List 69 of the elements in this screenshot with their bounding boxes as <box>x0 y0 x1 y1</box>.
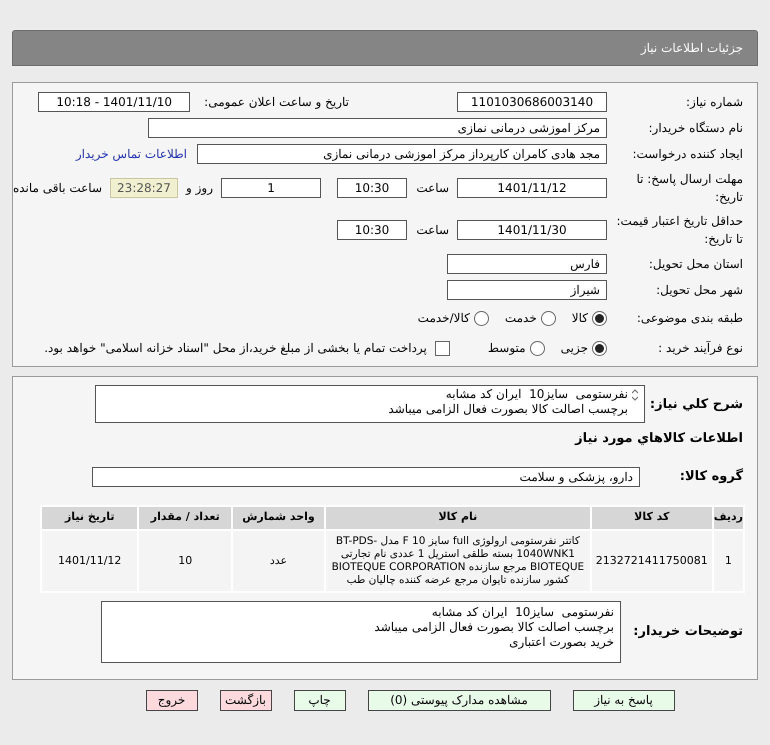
field-label: تاریخ و ساعت اعلان عمومی: <box>204 94 349 111</box>
text-field[interactable]: 1 <box>221 178 321 198</box>
action-button[interactable]: چاپ <box>294 690 346 710</box>
action-button[interactable]: بازگشت <box>220 690 272 710</box>
field-label: ساعت باقی مانده <box>12 180 102 197</box>
field-label: گروه کالا: <box>678 467 743 486</box>
field-label: نوع فرآیند خرید : <box>657 340 743 357</box>
field-label: استان محل تحویل: <box>648 256 743 273</box>
text-field[interactable]: شیراز <box>447 280 607 300</box>
field-label: توضیحات خریدار: <box>632 622 743 641</box>
column-header: واحد شمارش <box>232 506 325 530</box>
field-label: نام دستگاه خریدار: <box>648 120 743 137</box>
table-cell: 10 <box>138 530 232 592</box>
notes-text: خرید بصورت اعتباری <box>508 634 614 650</box>
table-cell: عدد <box>232 530 325 592</box>
notes-text: برچسب اصالت کالا بصورت فعال الزامی میباشد <box>373 620 614 634</box>
text-field[interactable]: دارو، پزشکی و سلامت <box>92 466 640 486</box>
table-cell: 1 <box>712 530 744 592</box>
page-title: جزئیات اطلاعات نیاز <box>640 40 743 57</box>
text-field[interactable]: 1401/11/30 <box>457 220 607 240</box>
radio-label: متوسط <box>488 340 526 357</box>
table-cell: 1401/11/12 <box>41 530 138 592</box>
radio-button[interactable] <box>592 340 607 356</box>
field-label: شهر محل تحویل: <box>655 282 743 299</box>
checkbox[interactable] <box>434 340 450 356</box>
field-label: طبقه بندی موضوعی: <box>636 310 743 327</box>
radio-button[interactable] <box>474 310 489 326</box>
table-cell: 2132721411750081 <box>590 530 713 592</box>
text-field[interactable]: مرکز اموزشی درمانی نمازی <box>148 118 607 138</box>
action-button[interactable]: پاسخ به نیاز <box>572 690 674 710</box>
column-header: تعداد / مقدار <box>138 506 232 530</box>
action-button[interactable]: مشاهده مدارک پیوستی (0) <box>368 690 550 710</box>
field-label: ایجاد کننده درخواست: <box>631 146 743 163</box>
column-header: تاریخ نیاز <box>41 506 138 530</box>
action-button[interactable]: خروج <box>146 690 198 710</box>
radio-label: خدمت <box>504 310 537 327</box>
radio-label: کالا/خدمت <box>418 310 470 327</box>
column-header: نام کالا <box>324 506 591 530</box>
description-box[interactable]: نفرستومی سایز10 ایران کد مشابه برچسب اصالت کالا بصورت فعال الزامی میباشد <box>95 385 645 423</box>
text-field[interactable]: 10:30 <box>337 220 407 240</box>
column-header: ردیف <box>712 506 744 530</box>
notes-text: نفرستومی سایز10 ایران کد مشابه <box>430 604 614 620</box>
field-label: حداقل تاریخ اعتبار قیمت: تا تاریخ: <box>615 213 743 248</box>
radio-button[interactable] <box>592 310 607 326</box>
text-field[interactable]: 1101030686003140 <box>457 92 607 112</box>
contact-link[interactable]: اطلاعات تماس خریدار <box>76 145 187 163</box>
radio-label: کالا <box>572 310 588 327</box>
table-cell: کاتتر نفرستومی ارولوژی full سایز 10 F مدل BT-PDS-1040WNK1 بسته طلقی استریل 1 عددی نام تجارتی BIOTEQUE مرجع سازنده BIOTEQUE CORPORATION کشور سازنده تایوان مرجع عرضه کننده چالیان طب <box>324 530 591 592</box>
description-text: برچسب اصالت کالا بصورت فعال الزامی میباشد <box>388 402 628 417</box>
field-label: روز و <box>186 180 213 197</box>
field-label: ساعت <box>415 222 449 239</box>
checkbox-label: پرداخت تمام یا بخشی از مبلغ خرید،از محل "اسناد خزانه اسلامی" خواهد بود. <box>44 340 427 357</box>
section-heading: اطلاعات کالاهاي مورد نياز <box>574 430 743 448</box>
radio-button[interactable] <box>540 310 556 326</box>
field-label: شرح کلي نياز: <box>653 396 743 414</box>
field-label: شماره نیاز: <box>685 94 743 111</box>
text-field[interactable]: فارس <box>447 254 607 274</box>
text-field[interactable]: 1401/11/12 <box>457 178 607 198</box>
text-field[interactable]: 1401/11/10 - 10:18 <box>38 92 190 112</box>
text-field[interactable]: مجد هادی کامران کارپرداز مرکز اموزشی درمانی نمازی <box>197 144 607 164</box>
notes-box[interactable]: نفرستومی سایز10 ایران کد مشابه برچسب اصالت کالا بصورت فعال الزامی میباشد خرید بصورت اعتباری <box>101 600 621 662</box>
countdown-timer: 23:28:27 <box>110 178 178 198</box>
field-label: مهلت ارسال پاسخ: تا تاریخ: <box>635 171 743 206</box>
radio-button[interactable] <box>530 340 545 356</box>
text-field[interactable]: 10:30 <box>337 178 407 198</box>
column-header: کد کالا <box>590 506 713 530</box>
radio-label: جزیی <box>560 340 588 357</box>
description-text: نفرستومی سایز10 ایران کد مشابه <box>444 387 628 402</box>
field-label: ساعت <box>415 180 449 197</box>
